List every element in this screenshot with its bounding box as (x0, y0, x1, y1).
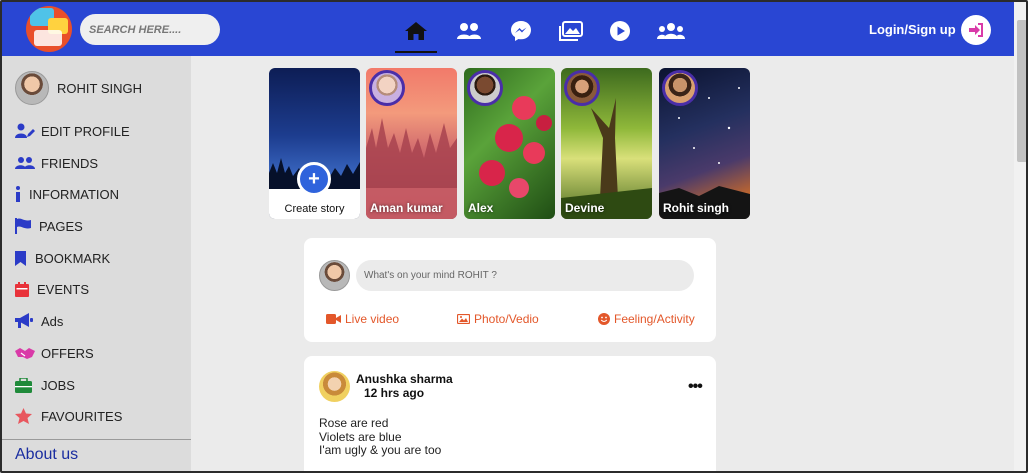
post-text-line: Violets are blue (319, 430, 402, 444)
flag-icon (15, 217, 33, 235)
avatar (319, 371, 350, 402)
story-card[interactable]: Alex (464, 68, 555, 219)
megaphone-icon (15, 312, 35, 330)
sidebar-item-label: EVENTS (37, 281, 90, 297)
nav-home[interactable] (395, 18, 437, 53)
feeling-activity-button[interactable]: Feeling/Activity (598, 312, 695, 326)
video-play-icon (610, 21, 630, 41)
story-name: Rohit singh (663, 201, 729, 215)
sidebar-item-label: PAGES (39, 218, 83, 234)
messenger-icon (511, 21, 531, 41)
sidebar-item-label: Ads (41, 313, 64, 329)
nav-friends[interactable] (454, 18, 484, 44)
handshake-icon (15, 344, 35, 362)
login-signup-link[interactable]: Login/Sign up (869, 22, 956, 37)
app-window: Login/Sign up ROHIT SINGH EDIT PROFILE F… (0, 0, 1028, 473)
action-label: Feeling/Activity (614, 312, 695, 326)
live-video-button[interactable]: Live video (326, 312, 399, 326)
post-composer: Live video Photo/Vedio Feeling/Activity (304, 238, 716, 342)
sidebar-item-events[interactable]: EVENTS (15, 280, 89, 298)
story-card[interactable]: Aman kumar (366, 68, 457, 219)
smile-icon (598, 313, 610, 325)
post-author[interactable]: Anushka sharma (356, 372, 453, 386)
sidebar-item-offers[interactable]: OFFERS (15, 344, 94, 362)
sidebar: ROHIT SINGH EDIT PROFILE FRIENDS INFORMA… (2, 56, 191, 471)
nav-photos[interactable] (556, 18, 586, 44)
login-button[interactable] (961, 15, 991, 45)
sidebar-item-label: JOBS (41, 377, 75, 393)
friends-icon (15, 154, 35, 172)
sidebar-item-ads[interactable]: Ads (15, 312, 63, 330)
top-navbar: Login/Sign up (2, 2, 1014, 56)
sidebar-item-label: FRIENDS (41, 155, 99, 171)
photos-icon (559, 21, 583, 41)
avatar (662, 70, 698, 106)
sidebar-item-favourites[interactable]: FAVOURITES (15, 407, 122, 425)
app-logo[interactable] (26, 6, 72, 52)
sidebar-item-label: INFORMATION (29, 186, 120, 202)
avatar (15, 71, 49, 105)
story-name: Aman kumar (370, 201, 443, 215)
star-icon (15, 407, 35, 425)
sidebar-item-pages[interactable]: PAGES (15, 217, 83, 235)
more-options-icon[interactable]: ••• (688, 378, 703, 396)
search-input[interactable] (80, 14, 220, 45)
story-card[interactable]: Rohit singh (659, 68, 750, 219)
image-icon (457, 314, 470, 324)
story-name: Alex (468, 201, 494, 215)
post-timestamp: 12 hrs ago (364, 386, 425, 400)
sidebar-item-edit-profile[interactable]: EDIT PROFILE (15, 122, 130, 140)
nav-groups[interactable] (656, 18, 686, 44)
user-edit-icon (15, 122, 35, 140)
action-label: Photo/Vedio (474, 312, 539, 326)
plus-icon[interactable]: + (297, 162, 331, 196)
create-story-card[interactable]: + Create story (269, 68, 360, 219)
info-icon (15, 185, 25, 203)
sidebar-item-label: BOOKMARK (35, 250, 111, 266)
sidebar-profile[interactable]: ROHIT SINGH (15, 71, 142, 105)
friends-icon (457, 23, 481, 39)
sidebar-item-label: FAVOURITES (41, 408, 123, 424)
bookmark-icon (15, 249, 29, 267)
avatar (319, 260, 350, 291)
scrollbar-thumb[interactable] (1017, 20, 1026, 162)
nav-video[interactable] (605, 18, 635, 44)
action-label: Live video (345, 312, 400, 326)
sidebar-item-information[interactable]: INFORMATION (15, 185, 119, 203)
whats-on-your-mind-input[interactable] (356, 260, 694, 291)
create-story-label: Create story (284, 203, 345, 215)
home-icon (405, 22, 427, 40)
photo-video-button[interactable]: Photo/Vedio (457, 312, 539, 326)
avatar (369, 70, 405, 106)
profile-name: ROHIT SINGH (57, 80, 142, 96)
sidebar-item-bookmark[interactable]: BOOKMARK (15, 249, 110, 267)
sidebar-item-label: OFFERS (41, 345, 94, 361)
story-card[interactable]: Devine (561, 68, 652, 219)
video-camera-icon (326, 314, 341, 324)
briefcase-icon (15, 376, 35, 394)
post-text-line: Rose are red (319, 416, 389, 430)
post-card: Anushka sharma 12 hrs ago ••• Rose are r… (304, 356, 716, 471)
about-us-link[interactable]: About us (2, 439, 191, 470)
sidebar-item-label: EDIT PROFILE (41, 123, 130, 139)
sidebar-item-friends[interactable]: FRIENDS (15, 154, 98, 172)
nav-messenger[interactable] (506, 18, 536, 44)
avatar (467, 70, 503, 106)
sign-in-icon (969, 23, 983, 37)
avatar (564, 70, 600, 106)
groups-icon (657, 23, 685, 39)
post-text-line: I'am ugly & you are too (319, 443, 442, 457)
sidebar-item-jobs[interactable]: JOBS (15, 376, 75, 394)
story-name: Devine (565, 201, 605, 215)
calendar-icon (15, 280, 31, 298)
